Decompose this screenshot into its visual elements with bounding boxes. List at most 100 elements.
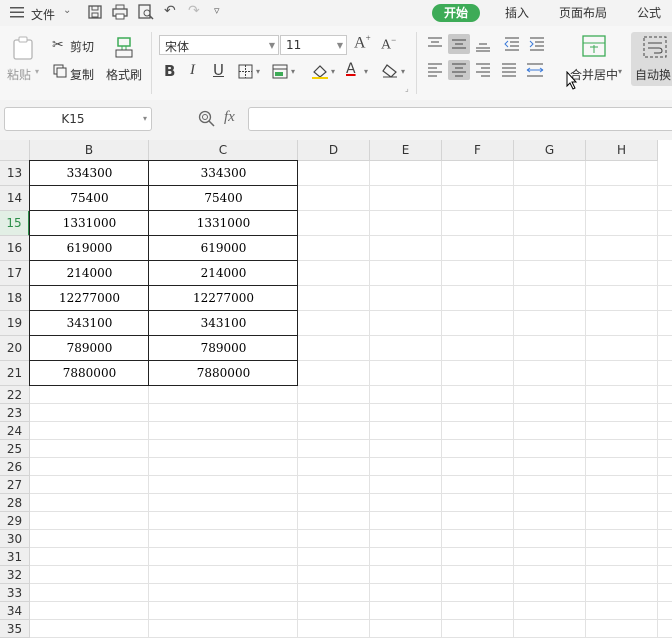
row-header-25[interactable]: 25: [0, 440, 30, 458]
paste-icon[interactable]: [12, 36, 34, 63]
row-header-16[interactable]: 16: [0, 236, 30, 261]
row-header-24[interactable]: 24: [0, 422, 30, 440]
row-header-30[interactable]: 30: [0, 530, 30, 548]
row-header-14[interactable]: 14: [0, 186, 30, 211]
row-header-29[interactable]: 29: [0, 512, 30, 530]
align-top-icon[interactable]: [424, 34, 446, 54]
column-header-d[interactable]: D: [298, 140, 370, 161]
row-header-26[interactable]: 26: [0, 458, 30, 476]
italic-icon[interactable]: I: [190, 62, 195, 79]
row-header-13[interactable]: 13: [0, 161, 30, 186]
column-header-h[interactable]: H: [586, 140, 658, 161]
print-preview-icon[interactable]: [138, 4, 154, 23]
chevron-down-icon[interactable]: ⌄: [63, 5, 71, 16]
cell-c20[interactable]: 789000: [149, 336, 298, 361]
row-header-34[interactable]: 34: [0, 602, 30, 620]
row-header-35[interactable]: 35: [0, 620, 30, 638]
cell-c19[interactable]: 343100: [149, 311, 298, 336]
align-center-icon[interactable]: [448, 60, 470, 80]
print-icon[interactable]: [112, 4, 128, 23]
cell-b13[interactable]: 334300: [30, 161, 149, 186]
cell-c17[interactable]: 214000: [149, 261, 298, 286]
align-left-icon[interactable]: [424, 60, 446, 80]
column-header-g[interactable]: G: [514, 140, 586, 161]
fill-style-icon[interactable]: [272, 64, 288, 82]
align-middle-icon[interactable]: [448, 34, 470, 54]
clear-format-icon[interactable]: [381, 63, 399, 81]
column-header-c[interactable]: C: [149, 140, 298, 161]
cell-c14[interactable]: 75400: [149, 186, 298, 211]
paste-dropdown-icon[interactable]: ▾: [35, 67, 39, 76]
cell-c13[interactable]: 334300: [149, 161, 298, 186]
fill-color-icon[interactable]: [311, 63, 329, 82]
align-right-icon[interactable]: [472, 60, 494, 80]
row-header-23[interactable]: 23: [0, 404, 30, 422]
cell-b15[interactable]: 1331000: [30, 211, 149, 236]
quick-access-dropdown-icon[interactable]: ▿: [214, 4, 220, 17]
decrease-indent-icon[interactable]: [501, 34, 523, 54]
row-header-17[interactable]: 17: [0, 261, 30, 286]
cell-b18[interactable]: 12277000: [30, 286, 149, 311]
cell-c18[interactable]: 12277000: [149, 286, 298, 311]
format-painter-icon[interactable]: [114, 36, 134, 61]
align-bottom-icon[interactable]: [472, 34, 494, 54]
chevron-down-icon[interactable]: ▾: [291, 67, 295, 76]
copy-icon[interactable]: [53, 64, 67, 81]
paste-button-label[interactable]: 粘贴: [7, 66, 31, 83]
file-menu[interactable]: 文件: [31, 6, 55, 23]
column-header-b[interactable]: B: [30, 140, 149, 161]
font-name-select[interactable]: 宋体 ▼: [159, 35, 279, 55]
chevron-down-icon[interactable]: ▾: [143, 114, 147, 123]
formula-input[interactable]: [248, 107, 672, 131]
row-header-18[interactable]: 18: [0, 286, 30, 311]
cut-icon[interactable]: ✂: [52, 37, 64, 53]
wrap-text-button[interactable]: 自动换: [631, 32, 672, 86]
chevron-down-icon[interactable]: ▾: [618, 67, 622, 76]
undo-icon[interactable]: ↶: [164, 3, 176, 19]
tab-home[interactable]: 开始: [432, 4, 481, 22]
column-header-e[interactable]: E: [370, 140, 442, 161]
redo-icon[interactable]: ↷: [188, 3, 200, 19]
row-header-19[interactable]: 19: [0, 311, 30, 336]
fx-icon[interactable]: fx: [224, 109, 235, 126]
select-all-corner[interactable]: [0, 140, 30, 161]
cell-c21[interactable]: 7880000: [149, 361, 298, 386]
font-size-select[interactable]: 11 ▼: [280, 35, 347, 55]
row-header-27[interactable]: 27: [0, 476, 30, 494]
row-header-32[interactable]: 32: [0, 566, 30, 584]
name-box[interactable]: K15 ▾: [4, 107, 152, 131]
row-header-20[interactable]: 20: [0, 336, 30, 361]
cell-b17[interactable]: 214000: [30, 261, 149, 286]
cut-button[interactable]: 剪切: [70, 38, 94, 55]
hamburger-menu-icon[interactable]: [10, 6, 24, 21]
tab-page-layout[interactable]: 页面布局: [559, 4, 607, 22]
font-dialog-launcher-icon[interactable]: ⌟: [405, 84, 409, 93]
font-color-icon[interactable]: A: [346, 61, 356, 77]
row-header-22[interactable]: 22: [0, 386, 30, 404]
row-header-33[interactable]: 33: [0, 584, 30, 602]
increase-font-size-icon[interactable]: A+: [354, 33, 371, 52]
decrease-font-size-icon[interactable]: A−: [381, 35, 396, 54]
chevron-down-icon[interactable]: ▾: [331, 67, 335, 76]
bold-icon[interactable]: B: [164, 62, 175, 80]
justify-icon[interactable]: [498, 60, 520, 80]
row-header-28[interactable]: 28: [0, 494, 30, 512]
cell-b21[interactable]: 7880000: [30, 361, 149, 386]
tab-formulas[interactable]: 公式: [637, 4, 661, 22]
increase-indent-icon[interactable]: [526, 34, 548, 54]
border-icon[interactable]: [238, 64, 253, 82]
chevron-down-icon[interactable]: ▾: [256, 67, 260, 76]
save-icon[interactable]: [88, 5, 102, 22]
spreadsheet-grid[interactable]: B C D E F G H 13 14 15 16 17 18 19 20 21 22 23 24 25 26 27 28 2…: [0, 140, 672, 639]
cell-b14[interactable]: 75400: [30, 186, 149, 211]
tab-insert[interactable]: 插入: [505, 4, 529, 22]
copy-button[interactable]: 复制: [70, 66, 94, 83]
cell-c15[interactable]: 1331000: [149, 211, 298, 236]
format-painter-button[interactable]: 格式刷: [106, 66, 142, 83]
cell-b19[interactable]: 343100: [30, 311, 149, 336]
underline-icon[interactable]: U: [213, 61, 224, 79]
cell-b20[interactable]: 789000: [30, 336, 149, 361]
row-header-15[interactable]: 15: [0, 211, 30, 236]
merge-center-icon[interactable]: [582, 35, 606, 60]
zoom-lookup-icon[interactable]: [198, 110, 216, 131]
